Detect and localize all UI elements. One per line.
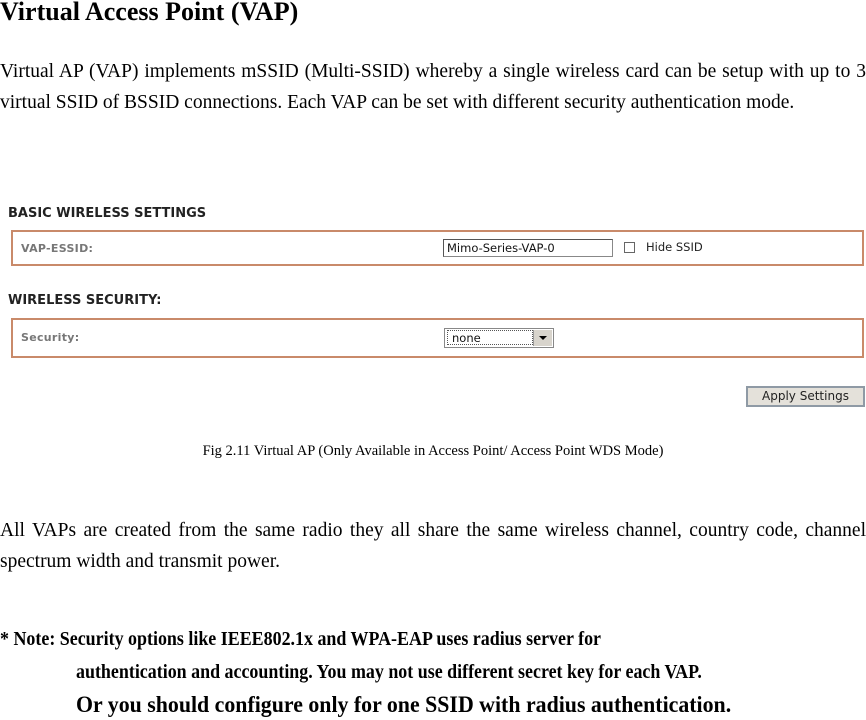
security-select-value: none <box>447 330 533 345</box>
hide-ssid-label: Hide SSID <box>646 240 703 254</box>
essid-row: VAP-ESSID: Mimo-Series-VAP-0 Hide SSID <box>11 230 864 266</box>
apply-settings-button[interactable]: Apply Settings <box>746 386 865 407</box>
note-line-3: Or you should configure only for one SSI… <box>76 692 732 718</box>
wireless-security-title: WIRELESS SECURITY: <box>8 293 162 308</box>
security-select[interactable]: none <box>444 328 554 348</box>
note-line-1: * Note: Security options like IEEE802.1x… <box>0 629 602 650</box>
note-line-2: authentication and accounting. You may n… <box>76 662 702 683</box>
figure-caption: Fig 2.11 Virtual AP (Only Available in A… <box>202 443 664 459</box>
page-heading: Virtual Access Point (VAP) <box>0 0 299 26</box>
essid-input[interactable]: Mimo-Series-VAP-0 <box>443 239 613 257</box>
hide-ssid-checkbox[interactable] <box>624 242 635 253</box>
intro-paragraph: Virtual AP (VAP) implements mSSID (Multi… <box>0 61 866 113</box>
chevron-down-icon[interactable] <box>533 330 552 346</box>
basic-wireless-settings-title: BASIC WIRELESS SETTINGS <box>8 206 207 221</box>
essid-label: VAP-ESSID: <box>21 242 94 255</box>
security-label: Security: <box>21 331 80 344</box>
security-row: Security: none <box>11 318 864 358</box>
body-paragraph: All VAPs are created from the same radio… <box>0 520 866 572</box>
